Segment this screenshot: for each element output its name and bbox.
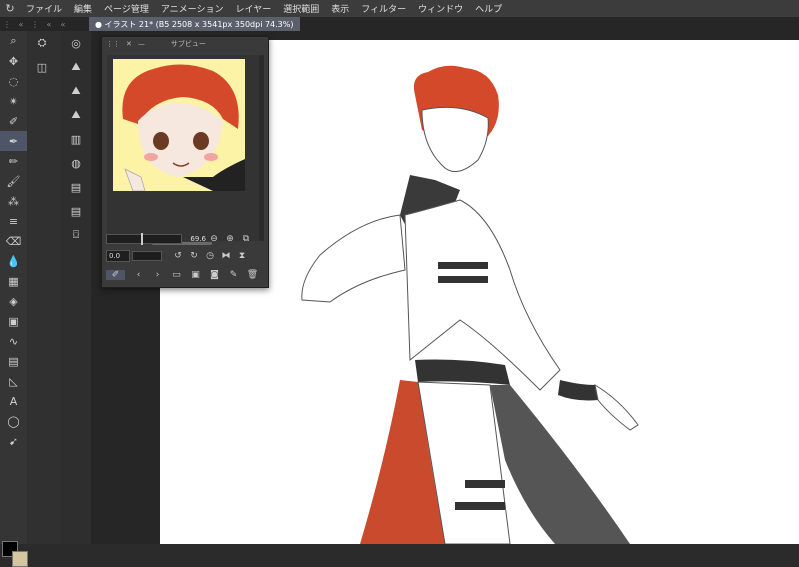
open-folder-icon[interactable]: ▭ (167, 270, 186, 280)
magic-wand-icon[interactable]: ✴ (0, 91, 27, 111)
collapse-left-icon[interactable]: « (42, 20, 56, 29)
fill-tool-icon[interactable]: ◈ (0, 291, 27, 311)
move-tool-icon[interactable]: ✥ (0, 51, 27, 71)
eyedropper-icon[interactable]: ✐ (106, 270, 125, 280)
menu-view[interactable]: 表示 (325, 2, 355, 15)
gradient-tool-icon[interactable]: ▣ (0, 311, 27, 331)
correct-line-icon[interactable]: ➹ (0, 431, 27, 451)
next-icon[interactable]: › (148, 270, 167, 280)
previous-icon[interactable]: ‹ (129, 270, 148, 280)
film-icon[interactable]: ▤ (61, 199, 91, 223)
droplets-icon[interactable]: ◍ (61, 151, 91, 175)
sub-color-swatch[interactable] (12, 551, 28, 567)
tab-dot-icon: ● (95, 19, 105, 29)
grip-icon[interactable]: ⋮ (0, 20, 14, 29)
subview-titlebar[interactable]: ⋮⋮ ✕ — サブビュー (102, 37, 268, 51)
close-icon[interactable]: ✕ (126, 40, 132, 48)
flip-vertical-icon[interactable]: ⧗ (234, 251, 250, 261)
rotation-row: 0.0 ↺ ↻ ◷ ⧓ ⧗ (106, 249, 264, 263)
menu-file[interactable]: ファイル (20, 2, 68, 15)
document-tab[interactable]: ● イラスト 21* (B5 2508 x 3541px 350dpi 74.3… (89, 17, 300, 31)
menu-layer[interactable]: レイヤー (230, 2, 278, 15)
menu-filter[interactable]: フィルター (355, 2, 412, 15)
frame-tool-icon[interactable]: ▦ (0, 271, 27, 291)
eyedropper-icon[interactable]: ✐ (0, 111, 27, 131)
film-icon[interactable]: ▤ (61, 175, 91, 199)
material-icon[interactable]: ⛰ (61, 103, 91, 127)
menu-selection[interactable]: 選択範囲 (277, 2, 325, 15)
tool-palette: ⌕ ✥ ◌ ✴ ✐ ✒ ✏ 🖌 ⁂ ≡ ⌫ 💧 ▦ ◈ ▣ ∿ ▤ ◺ A ◯ … (0, 31, 28, 567)
material-icon[interactable]: ⛰ (61, 79, 91, 103)
blend-tool-icon[interactable]: 💧 (0, 251, 27, 271)
palette-dock: ⛭ ◫ (27, 31, 61, 544)
lasso-tool-icon[interactable]: ◌ (0, 71, 27, 91)
delete-icon[interactable]: 🗑 (243, 270, 262, 280)
menu-help[interactable]: ヘルプ (469, 2, 508, 15)
navigator-icon[interactable]: ◎ (61, 31, 91, 55)
rotation-slider[interactable] (132, 251, 162, 261)
layer-stack-icon[interactable]: ◫ (27, 55, 57, 79)
subview-vscrollbar[interactable] (259, 55, 264, 241)
reference-image (113, 59, 245, 191)
document-tab-label: イラスト 21* (B5 2508 x 3541px 350dpi 74.3%) (104, 19, 294, 29)
zoom-slider-knob[interactable] (141, 233, 143, 245)
collapse-left-icon[interactable]: « (56, 20, 70, 29)
flip-horizontal-icon[interactable]: ⧓ (218, 251, 234, 261)
edit-icon[interactable]: ✎ (224, 270, 243, 280)
palette-icon[interactable]: ▥ (61, 127, 91, 151)
rotate-left-icon[interactable]: ↺ (170, 251, 186, 261)
menu-edit[interactable]: 編集 (68, 2, 98, 15)
palette-dock-2: ◎ ⛰ ⛰ ⛰ ▥ ◍ ▤ ▤ ⌼ (61, 31, 91, 544)
import-image-icon[interactable]: ▣ (186, 270, 205, 280)
zoom-in-icon[interactable]: ⊕ (222, 234, 238, 244)
subview-title: サブビュー (170, 40, 206, 48)
material-icon[interactable]: ⛰ (61, 55, 91, 79)
brush-tool-icon[interactable]: 🖌 (0, 171, 27, 191)
menu-animation[interactable]: アニメーション (155, 2, 230, 15)
menu-window[interactable]: ウィンドウ (412, 2, 469, 15)
collapse-left-icon[interactable]: « (14, 20, 28, 29)
app-logo-icon[interactable]: ↻ (0, 2, 20, 15)
airbrush-tool-icon[interactable]: ⁂ (0, 191, 27, 211)
pencil-tool-icon[interactable]: ✏ (0, 151, 27, 171)
zoom-slider[interactable] (106, 233, 182, 245)
text-tool-icon[interactable]: A (0, 391, 27, 411)
figure-tool-icon[interactable]: ∿ (0, 331, 27, 351)
grip-icon[interactable]: ⋮ (28, 20, 42, 29)
layer-property-icon[interactable]: ⛭ (27, 31, 57, 55)
tab-bar: ⋮ « ⋮ « « ● イラスト 21* (B5 2508 x 3541px 3… (0, 17, 799, 31)
camera-icon[interactable]: ⌼ (61, 223, 91, 247)
pen-tool-icon[interactable]: ✒ (0, 131, 27, 151)
frame-border-icon[interactable]: ◺ (0, 371, 27, 391)
eraser-tool-icon[interactable]: ⌫ (0, 231, 27, 251)
fit-window-icon[interactable]: ⧉ (238, 234, 254, 244)
menu-page[interactable]: ページ管理 (98, 2, 155, 15)
zoom-out-icon[interactable]: ⊖ (206, 234, 222, 244)
ruler-tool-icon[interactable]: ▤ (0, 351, 27, 371)
chibi-reference (113, 59, 245, 191)
decoration-tool-icon[interactable]: ≡ (0, 211, 27, 231)
subview-panel: ⋮⋮ ✕ — サブビュー 69.6 ⊖ ⊕ ⧉ 0.0 ↺ ↻ ◷ ⧓ ⧗ ✐ … (101, 36, 269, 288)
reset-rotation-icon[interactable]: ◷ (202, 251, 218, 261)
rotation-value[interactable]: 0.0 (106, 250, 130, 262)
zoom-value[interactable]: 69.6 (188, 235, 206, 243)
subview-preview[interactable] (107, 55, 259, 241)
color-swatches[interactable] (2, 537, 28, 567)
grip-icon[interactable]: ⋮⋮ (106, 40, 120, 48)
balloon-tool-icon[interactable]: ◯ (0, 411, 27, 431)
minimize-icon[interactable]: — (138, 40, 145, 48)
zoom-row: 69.6 ⊖ ⊕ ⧉ (106, 232, 264, 246)
zoom-tool-icon[interactable]: ⌕ (0, 31, 27, 51)
capture-icon[interactable]: ◙ (205, 270, 224, 280)
rotate-right-icon[interactable]: ↻ (186, 251, 202, 261)
subview-actions: ✐ ‹ › ▭ ▣ ◙ ✎ 🗑 (106, 267, 264, 283)
menu-bar: ↻ ファイル 編集 ページ管理 アニメーション レイヤー 選択範囲 表示 フィル… (0, 0, 799, 17)
